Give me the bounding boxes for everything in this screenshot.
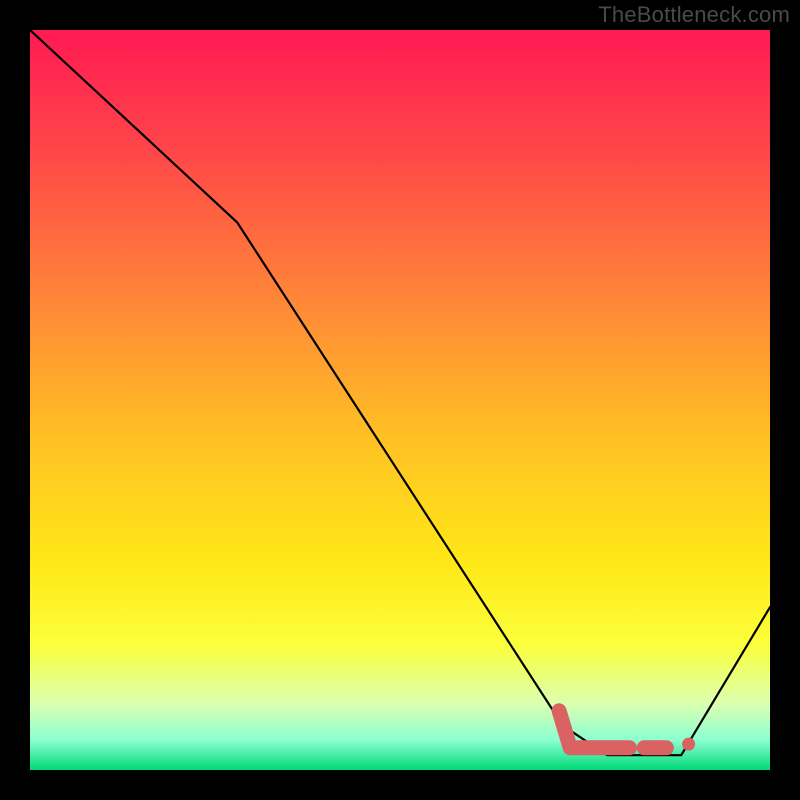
- highlight-dot: [682, 738, 695, 751]
- attribution-text: TheBottleneck.com: [598, 2, 790, 28]
- chart-svg: [30, 30, 770, 770]
- plot-area: [30, 30, 770, 770]
- chart-frame: TheBottleneck.com: [0, 0, 800, 800]
- gradient-background: [30, 30, 770, 770]
